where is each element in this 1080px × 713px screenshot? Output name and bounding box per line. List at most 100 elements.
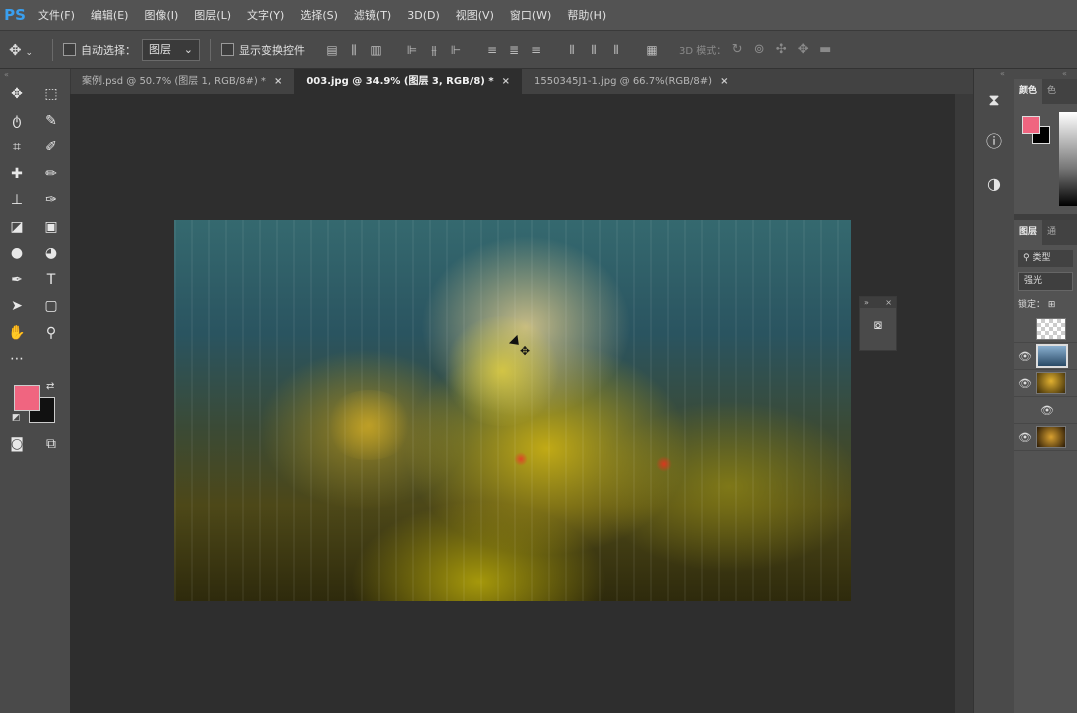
close-icon[interactable]: × xyxy=(720,69,728,94)
tab-swatches[interactable]: 色 xyxy=(1042,79,1061,104)
distribute-right-icon[interactable]: ⫴ xyxy=(605,42,627,58)
align-bottom-icon[interactable]: ▥ xyxy=(365,42,387,58)
auto-select-checkbox[interactable]: 自动选择： xyxy=(63,42,136,58)
3d-drag-icon[interactable]: ✣ xyxy=(770,42,792,57)
align-hcenter-icon[interactable]: ⫵ xyxy=(423,42,445,58)
tab-color[interactable]: 颜色 xyxy=(1014,79,1043,104)
move-tool-icon[interactable]: ✥ xyxy=(0,85,34,103)
3d-slide-icon[interactable]: ✥ xyxy=(792,42,814,57)
show-transform-checkbox[interactable]: 显示变换控件 xyxy=(221,42,305,58)
menu-3d[interactable]: 3D(D) xyxy=(399,9,448,22)
eye-icon[interactable]: 👁 xyxy=(1014,431,1036,444)
gradient-tool-icon[interactable]: ▣ xyxy=(34,218,68,236)
floating-panel[interactable]: » × ⧇ xyxy=(859,296,897,351)
checkbox-box[interactable] xyxy=(63,43,76,56)
chevron-down-icon: ⌄ xyxy=(183,42,193,56)
healing-brush-tool-icon[interactable]: ✚ xyxy=(0,165,34,183)
type-tool-icon[interactable]: T xyxy=(34,271,68,289)
distribute-bottom-icon[interactable]: ≡ xyxy=(525,42,547,58)
layer-effect-row[interactable]: 👁 xyxy=(1014,397,1077,424)
menu-edit[interactable]: 编辑(E) xyxy=(83,7,137,23)
eyedropper-tool-icon[interactable]: ✐ xyxy=(34,138,68,156)
path-select-tool-icon[interactable]: ➤ xyxy=(0,297,34,315)
tab-case-psd[interactable]: 案例.psd @ 50.7% (图层 1, RGB/8#) * × xyxy=(70,69,294,94)
move-tool-preset-icon[interactable]: ✥ ⌄ xyxy=(0,41,42,59)
document-image[interactable]: ✥ xyxy=(174,220,851,601)
layer-row[interactable]: 👁 xyxy=(1014,343,1077,370)
tab-channels[interactable]: 通 xyxy=(1042,220,1061,245)
blend-mode-select[interactable]: 强光 xyxy=(1018,272,1073,291)
3d-scale-icon[interactable]: ▬ xyxy=(814,42,836,57)
foreground-color-swatch[interactable] xyxy=(14,384,40,411)
adjustments-panel-icon[interactable]: ◑ xyxy=(974,163,1014,205)
menu-view[interactable]: 视图(V) xyxy=(448,7,502,23)
close-icon[interactable]: × xyxy=(274,69,282,94)
foreground-color-swatch[interactable] xyxy=(1022,116,1040,134)
crop-tool-icon[interactable]: ⌗ xyxy=(0,138,34,156)
more-tools-icon[interactable]: ⋯ xyxy=(0,350,34,368)
dodge-tool-icon[interactable]: ◕ xyxy=(34,244,68,262)
document-tabs: 案例.psd @ 50.7% (图层 1, RGB/8#) * × 003.jp… xyxy=(70,69,975,94)
menu-filter[interactable]: 滤镜(T) xyxy=(346,7,399,23)
pen-tool-icon[interactable]: ✒ xyxy=(0,271,34,289)
tab-003-jpg[interactable]: 003.jpg @ 34.9% (图层 3, RGB/8) * × xyxy=(294,69,522,94)
expand-icon[interactable]: » xyxy=(864,297,869,308)
lock-transparency-icon[interactable]: ⊞ xyxy=(1048,300,1056,310)
distribute-vcenter-icon[interactable]: ≣ xyxy=(503,42,525,58)
layer-row[interactable]: 👁 xyxy=(1014,424,1077,451)
clone-stamp-tool-icon[interactable]: ⊥ xyxy=(0,191,34,209)
tab-1550345j1-jpg[interactable]: 1550345J1-1.jpg @ 66.7%(RGB/8#) × xyxy=(522,69,740,94)
color-ramp[interactable] xyxy=(1059,112,1077,206)
distribute-left-icon[interactable]: ⫴ xyxy=(561,42,583,58)
3d-roll-icon[interactable]: ⊚ xyxy=(748,42,770,57)
swap-colors-icon[interactable]: ⇄ xyxy=(46,381,54,392)
marquee-tool-icon[interactable]: ⬚ xyxy=(34,85,68,103)
align-right-icon[interactable]: ⊩ xyxy=(445,42,467,58)
layer-row[interactable] xyxy=(1014,316,1077,343)
shape-tool-icon[interactable]: ▢ xyxy=(34,297,68,315)
brush-tool-icon[interactable]: ✏ xyxy=(34,165,68,183)
default-colors-icon[interactable]: ◩ xyxy=(12,413,21,423)
align-vcenter-icon[interactable]: ⫼ xyxy=(343,42,365,58)
menu-layer[interactable]: 图层(L) xyxy=(186,7,239,23)
auto-select-dropdown[interactable]: 图层 ⌄ xyxy=(142,38,200,61)
history-panel-icon[interactable]: ⧗ xyxy=(974,79,1014,121)
3d-rotate-icon[interactable]: ↻ xyxy=(726,42,748,57)
blur-tool-icon[interactable]: ● xyxy=(0,244,34,262)
menu-select[interactable]: 选择(S) xyxy=(292,7,346,23)
align-left-icon[interactable]: ⊫ xyxy=(401,42,423,58)
layer-comps-icon[interactable]: ⧇ xyxy=(860,317,896,333)
history-brush-tool-icon[interactable]: ✑ xyxy=(34,191,68,209)
menu-help[interactable]: 帮助(H) xyxy=(559,7,614,23)
collapse-icon[interactable]: « xyxy=(974,69,1014,79)
eye-icon[interactable]: 👁 xyxy=(1014,350,1036,363)
eye-icon[interactable]: 👁 xyxy=(1014,377,1036,390)
vertical-scroll-strip[interactable] xyxy=(955,94,973,713)
distribute-hcenter-icon[interactable]: ⫴ xyxy=(583,42,605,58)
menu-file[interactable]: 文件(F) xyxy=(30,7,83,23)
eraser-tool-icon[interactable]: ◪ xyxy=(0,218,34,236)
collapse-icon[interactable]: « xyxy=(0,69,70,81)
layer-filter[interactable]: ⚲ 类型 xyxy=(1018,250,1073,267)
tab-layers[interactable]: 图层 xyxy=(1014,220,1043,245)
info-panel-icon[interactable]: ⓘ xyxy=(974,121,1014,163)
distribute-top-icon[interactable]: ≡ xyxy=(481,42,503,58)
align-top-icon[interactable]: ▤ xyxy=(321,42,343,58)
eye-icon[interactable]: 👁 xyxy=(1036,404,1058,417)
menu-image[interactable]: 图像(I) xyxy=(136,7,186,23)
lasso-tool-icon[interactable]: ტ xyxy=(0,112,34,130)
close-icon[interactable]: × xyxy=(885,297,892,308)
menu-type[interactable]: 文字(Y) xyxy=(239,7,292,23)
canvas-area[interactable]: ✥ » × ⧇ xyxy=(70,94,955,713)
auto-align-icon[interactable]: ▦ xyxy=(641,42,663,58)
screen-mode-icon[interactable]: ⧉ xyxy=(34,435,68,453)
collapse-icon[interactable]: « xyxy=(1014,69,1077,79)
menu-window[interactable]: 窗口(W) xyxy=(502,7,559,23)
layer-row[interactable]: 👁 xyxy=(1014,370,1077,397)
hand-tool-icon[interactable]: ✋ xyxy=(0,324,34,342)
zoom-tool-icon[interactable]: ⚲ xyxy=(34,324,68,342)
quick-select-tool-icon[interactable]: ✎ xyxy=(34,112,68,130)
close-icon[interactable]: × xyxy=(502,69,510,94)
quick-mask-icon[interactable]: ◙ xyxy=(0,435,34,453)
checkbox-box[interactable] xyxy=(221,43,234,56)
